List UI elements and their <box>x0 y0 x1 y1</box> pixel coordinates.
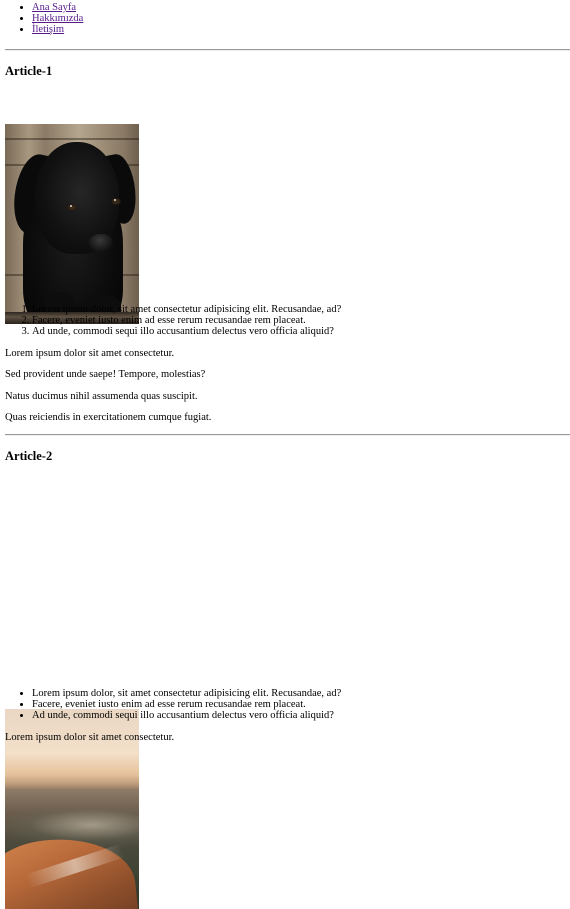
nav-list: Ana Sayfa Hakkımızda İletişim <box>5 2 570 35</box>
page: Ana Sayfa Hakkımızda İletişim <box>0 2 570 35</box>
article2-unordered-list: Lorem ipsum dolor, sit amet consectetur … <box>5 688 341 721</box>
article1-paragraph: Natus ducimus nihil assumenda quas susci… <box>5 391 198 402</box>
nav-link-contact[interactable]: İletişim <box>32 24 64 35</box>
article1-title: Article-1 <box>5 64 53 78</box>
list-item: Facere, eveniet iusto enim ad esse rerum… <box>32 699 341 710</box>
nav-item-home: Ana Sayfa <box>32 2 570 13</box>
nav-item-about: Hakkımızda <box>32 13 570 24</box>
divider-top <box>5 49 570 51</box>
list-item: Ad unde, commodi sequi illo accusantium … <box>32 710 341 721</box>
article1-ordered-list: Lorem ipsum dolor, sit amet consectetur … <box>5 304 341 337</box>
divider-middle <box>5 434 570 436</box>
list-item: Ad unde, commodi sequi illo accusantium … <box>32 326 341 337</box>
list-item: Facere, eveniet iusto enim ad esse rerum… <box>32 315 341 326</box>
article1-paragraph: Sed provident unde saepe! Tempore, moles… <box>5 369 206 380</box>
article1-image <box>5 124 139 324</box>
article2-paragraph: Lorem ipsum dolor sit amet consectetur. <box>5 732 175 743</box>
article2-title: Article-2 <box>5 449 53 463</box>
article1-paragraph: Lorem ipsum dolor sit amet consectetur. <box>5 348 175 359</box>
nav-item-contact: İletişim <box>32 24 570 35</box>
list-item: Lorem ipsum dolor, sit amet consectetur … <box>32 688 341 699</box>
article1-paragraph: Quas reiciendis in exercitationem cumque… <box>5 412 212 423</box>
nav-link-about[interactable]: Hakkımızda <box>32 13 83 24</box>
list-item: Lorem ipsum dolor, sit amet consectetur … <box>32 304 341 315</box>
nav-link-home[interactable]: Ana Sayfa <box>32 2 76 13</box>
